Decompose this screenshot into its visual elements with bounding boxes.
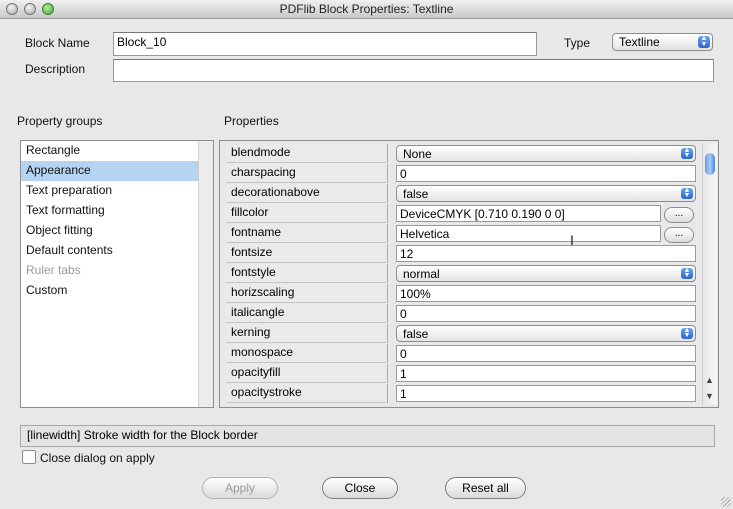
group-item-custom[interactable]: Custom (21, 281, 213, 301)
up-down-arrows-icon: ▲ ▼ (681, 267, 693, 279)
property-value-select[interactable]: false ▲ ▼ (396, 185, 696, 202)
description-field[interactable] (113, 59, 714, 82)
column-divider (387, 324, 388, 343)
reset-all-button[interactable]: Reset all (445, 477, 526, 499)
property-row: monospace 0 (220, 344, 700, 364)
column-divider (387, 184, 388, 203)
property-value-field[interactable]: 0 (396, 345, 696, 362)
column-divider (387, 264, 388, 283)
scroll-up-arrow-icon[interactable]: ▲ (705, 375, 714, 385)
property-row: opacityfill 1 (220, 364, 700, 384)
property-row: blendmode None ▲ ▼ (220, 144, 700, 164)
property-name: fontname (226, 224, 386, 243)
groups-scrollbar[interactable] (198, 141, 213, 407)
group-item-text-formatting[interactable]: Text formatting (21, 201, 213, 221)
up-down-arrows-icon: ▲ ▼ (681, 187, 693, 199)
status-text: [linewidth] Stroke width for the Block b… (20, 425, 715, 447)
property-value-select[interactable]: None ▲ ▼ (396, 145, 696, 162)
property-row: kerning false ▲ ▼ (220, 324, 700, 344)
block-name-label: Block Name (25, 36, 90, 50)
property-value-field[interactable]: 1 (396, 385, 696, 402)
properties-scrollbar[interactable]: ▲ ▼ (702, 143, 717, 405)
property-row: fontname Helvetica... (220, 224, 700, 244)
ellipsis-button[interactable]: ... (664, 227, 694, 243)
up-down-arrows-icon: ▲ ▼ (698, 35, 710, 48)
column-divider (387, 224, 388, 243)
group-item-ruler-tabs: Ruler tabs (26, 263, 81, 277)
property-value-field[interactable]: DeviceCMYK [0.710 0.190 0 0] (396, 205, 661, 222)
column-divider (387, 244, 388, 263)
column-divider (387, 204, 388, 223)
property-value-field[interactable]: 12 (396, 245, 696, 262)
property-value: false (403, 187, 429, 201)
column-divider (387, 284, 388, 303)
group-item-text-preparation[interactable]: Text preparation (21, 181, 213, 201)
group-item-appearance[interactable]: Appearance (21, 161, 213, 181)
type-label: Type (564, 36, 591, 50)
property-name: monospace (226, 344, 386, 363)
column-divider (387, 164, 388, 183)
column-divider (387, 304, 388, 323)
property-row: fontstyle normal ▲ ▼ (220, 264, 700, 284)
type-select[interactable]: Textline ▲ ▼ (612, 33, 713, 51)
property-name: fontsize (226, 244, 386, 263)
apply-button[interactable]: Apply (202, 477, 278, 499)
resize-grip-icon[interactable] (721, 497, 731, 507)
property-row: charspacing 0 (220, 164, 700, 184)
property-value-field[interactable]: 0 (396, 165, 696, 182)
property-value: normal (403, 267, 440, 281)
property-value: None (403, 147, 432, 161)
group-item-rectangle[interactable]: Rectangle (21, 141, 213, 161)
property-name: charspacing (226, 164, 386, 183)
property-value-field[interactable]: 0 (396, 305, 696, 322)
scrollbar-thumb[interactable] (705, 153, 715, 175)
property-row: decorationabove false ▲ ▼ (220, 184, 700, 204)
property-name: opacityfill (226, 364, 386, 383)
type-select-value: Textline (619, 35, 660, 49)
close-on-apply-label: Close dialog on apply (40, 451, 155, 465)
property-row: fontsize 12 (220, 244, 700, 264)
properties-heading: Properties (224, 114, 279, 128)
property-name: horizscaling (226, 284, 386, 303)
column-divider (387, 364, 388, 383)
property-name: opacitystroke (226, 384, 386, 403)
property-value-field[interactable]: Helvetica (396, 225, 661, 242)
title-bar: PDFlib Block Properties: Textline (0, 0, 733, 19)
scroll-down-arrow-icon[interactable]: ▼ (705, 391, 714, 401)
property-row: italicangle 0 (220, 304, 700, 324)
i-beam-cursor-icon: I (570, 232, 574, 248)
property-name: kerning (226, 324, 386, 343)
property-value-field[interactable]: 100% (396, 285, 696, 302)
property-name: italicangle (226, 304, 386, 323)
property-value-select[interactable]: false ▲ ▼ (396, 325, 696, 342)
properties-panel: blendmode None ▲ ▼ charspacing 0 decorationabo… (219, 140, 719, 408)
block-name-field[interactable]: Block_10 (113, 32, 537, 56)
property-name: decorationabove (226, 184, 386, 203)
column-divider (387, 384, 388, 403)
property-groups-list[interactable]: Rectangle Appearance Text preparation Te… (20, 140, 214, 408)
up-down-arrows-icon: ▲ ▼ (681, 327, 693, 339)
description-label: Description (25, 62, 86, 76)
property-row: fillcolor DeviceCMYK [0.710 0.190 0 0]... (220, 204, 700, 224)
property-name: blendmode (226, 144, 386, 163)
column-divider (387, 344, 388, 363)
group-item-default-contents[interactable]: Default contents (21, 241, 213, 261)
property-value-field[interactable]: 1 (396, 365, 696, 382)
property-value: false (403, 327, 429, 341)
column-divider (387, 144, 388, 163)
close-button[interactable]: Close (322, 477, 398, 499)
property-row: horizscaling 100% (220, 284, 700, 304)
close-on-apply-checkbox[interactable] (22, 450, 36, 464)
property-name: fontstyle (226, 264, 386, 283)
property-name: fillcolor (226, 204, 386, 223)
up-down-arrows-icon: ▲ ▼ (681, 147, 693, 159)
property-value-select[interactable]: normal ▲ ▼ (396, 265, 696, 282)
property-row: opacitystroke 1 (220, 384, 700, 404)
window-title: PDFlib Block Properties: Textline (279, 2, 454, 16)
ellipsis-button[interactable]: ... (664, 207, 694, 223)
group-item-object-fitting[interactable]: Object fitting (21, 221, 213, 241)
property-groups-heading: Property groups (17, 114, 103, 128)
